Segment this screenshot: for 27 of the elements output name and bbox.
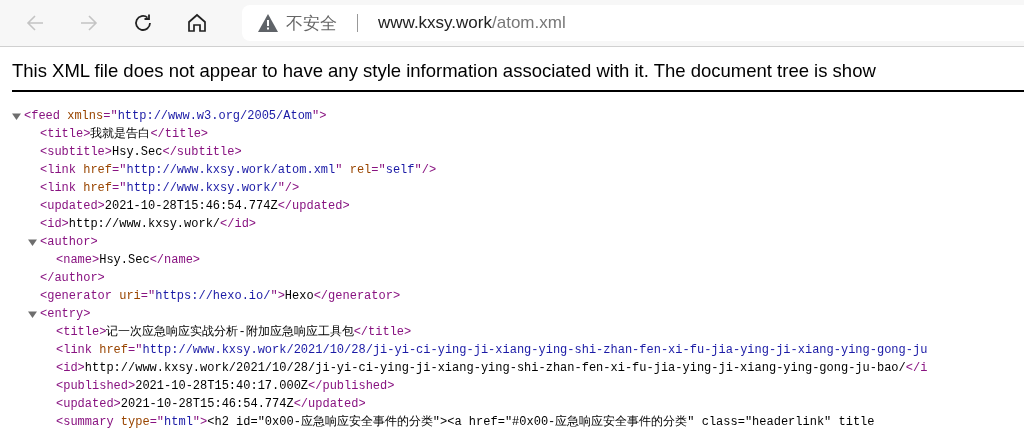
warning-icon <box>258 14 278 32</box>
forward-arrow-icon <box>79 13 99 33</box>
xml-line: <updated>2021-10-28T15:46:54.774Z</updated> <box>40 198 351 215</box>
xml-line: <updated>2021-10-28T15:46:54.774Z</updated> <box>56 396 367 413</box>
xml-line: <title>我就是告白</title> <box>40 126 210 143</box>
xml-line: <link href="http://www.kxsy.work/atom.xml" rel="self"/> <box>40 162 438 179</box>
security-label: 不安全 <box>286 12 337 35</box>
xml-line: <subtitle>Hsy.Sec</subtitle> <box>40 144 243 161</box>
xml-line: <name>Hsy.Sec</name> <box>56 252 202 269</box>
address-bar[interactable]: 不安全 www.kxsy.work/atom.xml <box>242 5 1024 41</box>
xml-line: <id>http://www.kxsy.work/</id> <box>40 216 258 233</box>
xml-line: <id>http://www.kxsy.work/2021/10/28/ji-yi-ci-ying-ji-xiang-ying-shi-zhan-fen-xi-fu-jia-ying-ji-xiang-ying-gong-ju-bao/</i <box>56 360 929 377</box>
xml-line: <published>2021-10-28T15:40:17.000Z</published> <box>56 378 396 395</box>
xml-line: <feed xmlns="http://www.w3.org/2005/Atom"> <box>24 108 327 125</box>
url-text: www.kxsy.work/atom.xml <box>378 13 566 33</box>
notice-text: This XML file does not appear to have any style information associated with it. The document tree is show <box>12 60 1024 92</box>
xml-line: <author> <box>40 234 98 251</box>
xml-line: <entry> <box>40 306 91 323</box>
xml-line: <summary type="html"><h2 id="0x00-应急响应安全事件的分类"><a href="#0x00-应急响应安全事件的分类" class="headerlink" title <box>56 414 876 431</box>
xml-line: <title>记一次应急响应实战分析-附加应急响应工具包</title> <box>56 324 413 341</box>
xml-line: <link href="http://www.kxsy.work/"/> <box>40 180 301 197</box>
xml-line: </author> <box>40 270 106 287</box>
back-arrow-icon <box>25 13 45 33</box>
reload-icon <box>132 12 154 34</box>
xml-line: <generator uri="https://hexo.io/">Hexo</generator> <box>40 288 402 305</box>
home-icon <box>186 12 208 34</box>
xml-line: <link href="http://www.kxsy.work/2021/10/28/ji-yi-ci-ying-ji-xiang-ying-shi-zhan-fen-xi-fu-jia-ying-ji-xiang-ying-gong-ju <box>56 342 929 359</box>
